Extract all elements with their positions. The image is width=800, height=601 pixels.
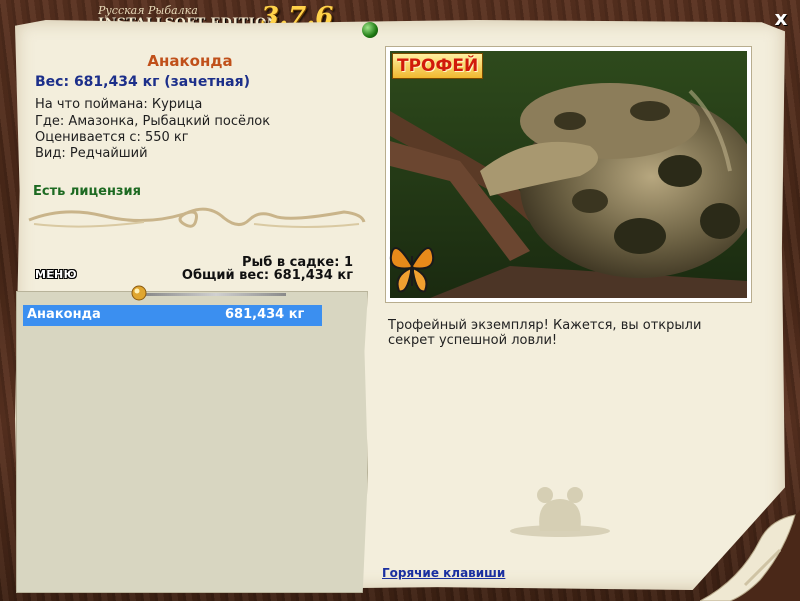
trophy-photo-frame — [385, 46, 752, 303]
fish-weight: Вес: 681,434 кг (зачетная) — [35, 74, 250, 90]
butterfly-icon — [389, 247, 435, 293]
kind-info: Вид: Редчайший — [35, 146, 148, 161]
keepnet-total-weight: Общий вес: 681,434 кг — [181, 268, 353, 283]
list-item-weight: 681,434 кг — [225, 307, 305, 322]
keepnet-list — [16, 291, 368, 593]
snake-photo — [390, 51, 747, 298]
license-status: Есть лицензия — [33, 184, 141, 199]
trophy-description: Трофейный экземпляр! Кажется, вы открыли… — [388, 318, 702, 348]
pin-icon — [131, 285, 147, 301]
close-icon[interactable]: x — [771, 8, 791, 28]
value-info: Оценивается с: 550 кг — [35, 130, 189, 145]
mouse-silhouette-icon — [510, 487, 610, 537]
list-item[interactable]: Анаконда 681,434 кг — [23, 305, 322, 326]
fish-name: Анаконда — [147, 52, 233, 70]
bait-info: На что поймана: Курица — [35, 97, 203, 112]
place-info: Где: Амазонка, Рыбацкий посёлок — [35, 114, 271, 129]
pin-needle — [146, 293, 286, 296]
menu-button[interactable]: МЕНЮ — [35, 268, 77, 281]
list-item-name: Анаконда — [27, 307, 101, 322]
pin-icon — [362, 22, 378, 38]
scroll-ornament — [28, 207, 366, 228]
hotkeys-link[interactable]: Горячие клавиши — [382, 566, 505, 580]
trophy-badge: ТРОФЕЙ — [392, 53, 484, 79]
page-curl-ornament — [700, 510, 800, 601]
